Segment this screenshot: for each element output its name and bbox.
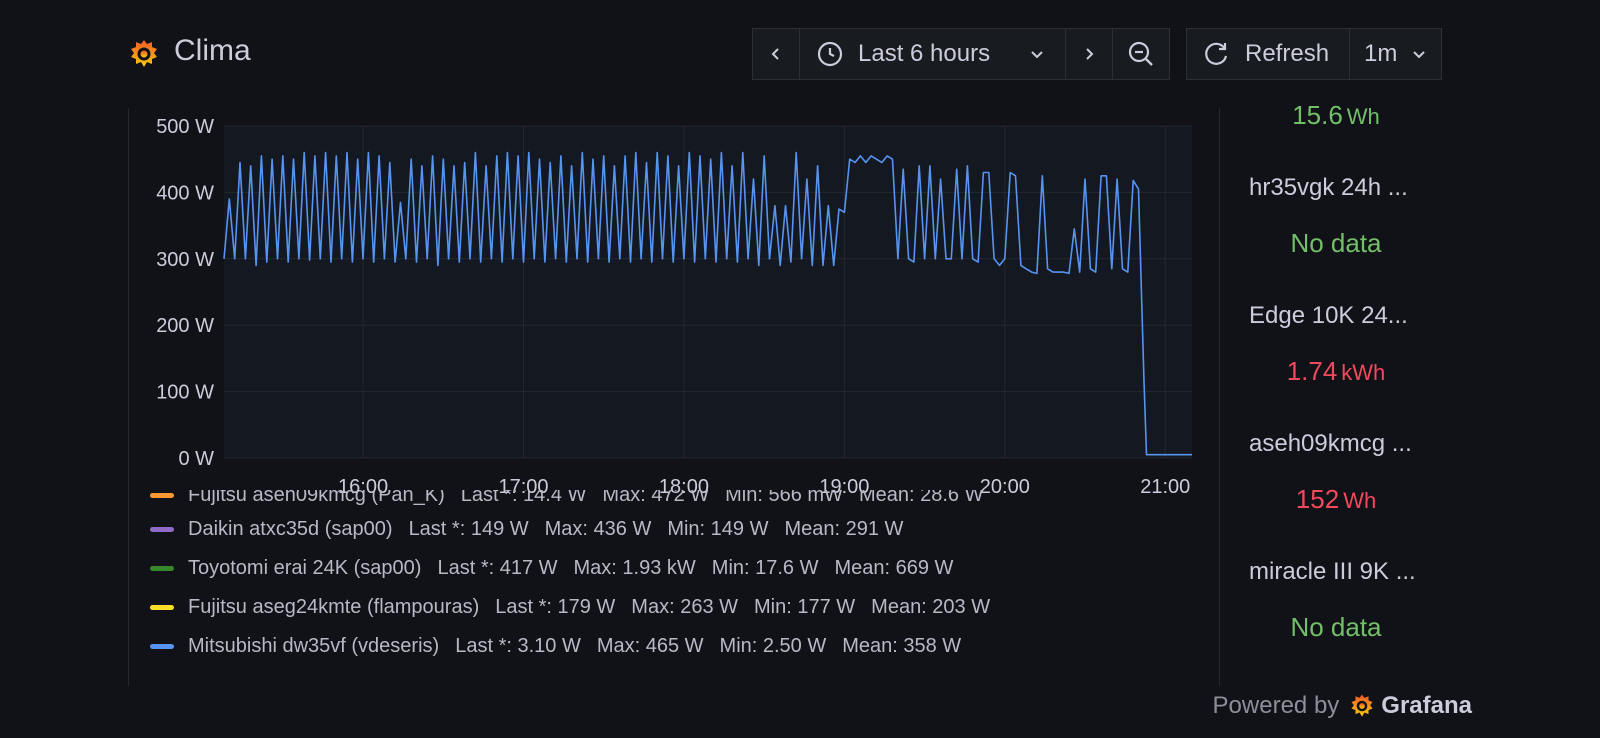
- legend-min-value: Min: 566 mW: [725, 490, 843, 506]
- legend-series-name: Mitsubishi dw35vf (vdeseris): [188, 634, 440, 657]
- legend-color-swatch: [150, 643, 174, 649]
- chevron-down-icon: [1413, 51, 1426, 59]
- chevron-left-icon: [771, 48, 779, 60]
- stat-value-unit: kWh: [1341, 360, 1386, 385]
- legend-max-value: Max: 472 W: [602, 490, 710, 506]
- zoom-out-button[interactable]: [1112, 28, 1170, 80]
- dashboard-title: Clima: [174, 34, 251, 67]
- legend-color-swatch: [150, 526, 174, 532]
- stat-value-unit: Wh: [1343, 488, 1377, 513]
- legend-last-value: Last *: 179 W: [495, 595, 616, 618]
- legend-last-value: Last *: 417 W: [437, 556, 558, 579]
- legend-item[interactable]: Daikin atxc35d (sap00) Last *: 149 W Max: …: [150, 514, 903, 544]
- stat-value-number: No data: [1290, 612, 1382, 642]
- panel-border-left: [128, 108, 129, 686]
- chevron-down-icon: [1031, 51, 1043, 59]
- legend-item[interactable]: Toyotomi erai 24K (sap00) Last *: 417 W Ma…: [150, 553, 953, 583]
- legend-color-swatch: [150, 565, 174, 571]
- legend-series-name: Daikin atxc35d (sap00): [188, 517, 393, 540]
- legend-max-value: Max: 465 W: [596, 634, 704, 657]
- y-tick-label: 0 W: [178, 448, 214, 470]
- refresh-interval-label: 1m: [1364, 40, 1398, 67]
- grafana-brand: Grafana: [1381, 692, 1472, 719]
- stat-value-number: 152: [1295, 484, 1340, 514]
- legend-color-swatch: [150, 604, 174, 610]
- zoom-out-icon: [1128, 41, 1153, 66]
- refresh-interval-picker[interactable]: 1m: [1349, 28, 1442, 80]
- legend-last-value: Last *: 3.10 W: [455, 634, 581, 657]
- stat-panels-column: 15.6 Wh hr35vgk 24h ... No data Edge 10K 24.…: [1245, 100, 1445, 690]
- power-timeseries-chart[interactable]: 500 W400 W300 W200 W100 W0 W16:00 17:00 18…: [140, 108, 1220, 508]
- legend-series-name: Toyotomi erai 24K (sap00): [188, 556, 422, 579]
- stat-value-number: 15.6: [1292, 100, 1343, 130]
- legend-series-name: Fujitsu aseh09kmcg (Pan_K): [188, 490, 445, 506]
- stat-panel-title[interactable]: Edge 10K 24...: [1249, 302, 1408, 330]
- legend-min-value: Min: 17.6 W: [711, 556, 819, 579]
- grafana-logo-icon: [1351, 694, 1373, 717]
- legend-item[interactable]: Fujitsu aseg24kmte (flampouras) Last *: 1…: [150, 592, 990, 622]
- stat-panel-title[interactable]: aseh09kmcg ...: [1249, 430, 1412, 458]
- y-tick-label: 200 W: [156, 315, 214, 337]
- legend-max-value: Max: 263 W: [631, 595, 738, 618]
- legend-max-value: Max: 436 W: [544, 517, 652, 540]
- legend-min-value: Min: 149 W: [667, 517, 769, 540]
- stat-panel-value: 1.74 kWh: [1245, 356, 1445, 387]
- powered-by-footer[interactable]: Powered by Grafana: [1210, 688, 1472, 724]
- chevron-right-icon: [1086, 48, 1094, 60]
- legend-mean-value: Mean: 203 W: [871, 595, 991, 618]
- stat-panel-value: 15.6 Wh: [1245, 100, 1445, 131]
- y-tick-label: 400 W: [156, 182, 214, 204]
- refresh-label: Refresh: [1245, 40, 1330, 67]
- legend-item[interactable]: Mitsubishi dw35vf (vdeseris) Last *: 3.10…: [150, 631, 961, 661]
- grafana-logo-icon: [131, 40, 157, 67]
- stat-value-unit: Wh: [1346, 104, 1380, 129]
- y-tick-label: 500 W: [156, 116, 214, 138]
- legend-series-name: Fujitsu aseg24kmte (flampouras): [188, 595, 480, 618]
- y-tick-label: 100 W: [156, 382, 214, 404]
- legend-item[interactable]: Fujitsu aseh09kmcg (Pan_K) Last *: 14.4 W…: [150, 490, 983, 510]
- legend-min-value: Min: 177 W: [754, 595, 856, 618]
- stat-panel-title[interactable]: miracle III 9K ...: [1249, 558, 1416, 586]
- stat-value-number: 1.74: [1286, 356, 1338, 386]
- stat-value-number: No data: [1290, 228, 1382, 258]
- legend-mean-value: Mean: 669 W: [834, 556, 954, 579]
- top-bar: Clima Last 6 hours Refresh 1m: [0, 0, 1600, 100]
- y-tick-label: 300 W: [156, 249, 214, 271]
- legend-mean-value: Mean: 28.6 W: [858, 490, 984, 506]
- legend-max-value: Max: 1.93 kW: [573, 556, 696, 579]
- powered-by-label: Powered by: [1212, 692, 1340, 719]
- time-shift-back-button[interactable]: [752, 28, 800, 80]
- time-range-label: Last 6 hours: [858, 40, 991, 67]
- legend-mean-value: Mean: 291 W: [784, 517, 904, 540]
- stat-panel-value: No data: [1245, 228, 1445, 259]
- stat-panel-value: 152 Wh: [1245, 484, 1445, 515]
- chart-legend: Fujitsu aseh09kmcg (Pan_K) Last *: 14.4 W…: [150, 490, 1210, 680]
- stat-panel-value: No data: [1245, 612, 1445, 643]
- refresh-button[interactable]: Refresh: [1186, 28, 1350, 80]
- clock-icon: [817, 41, 843, 67]
- legend-min-value: Min: 2.50 W: [719, 634, 827, 657]
- stat-panel-title[interactable]: hr35vgk 24h ...: [1249, 174, 1408, 202]
- time-range-picker[interactable]: Last 6 hours: [799, 28, 1066, 80]
- legend-last-value: Last *: 14.4 W: [460, 490, 587, 506]
- legend-last-value: Last *: 149 W: [408, 517, 529, 540]
- time-shift-forward-button[interactable]: [1065, 28, 1113, 80]
- legend-mean-value: Mean: 358 W: [842, 634, 962, 657]
- legend-color-swatch: [150, 492, 174, 498]
- refresh-icon: [1205, 42, 1228, 65]
